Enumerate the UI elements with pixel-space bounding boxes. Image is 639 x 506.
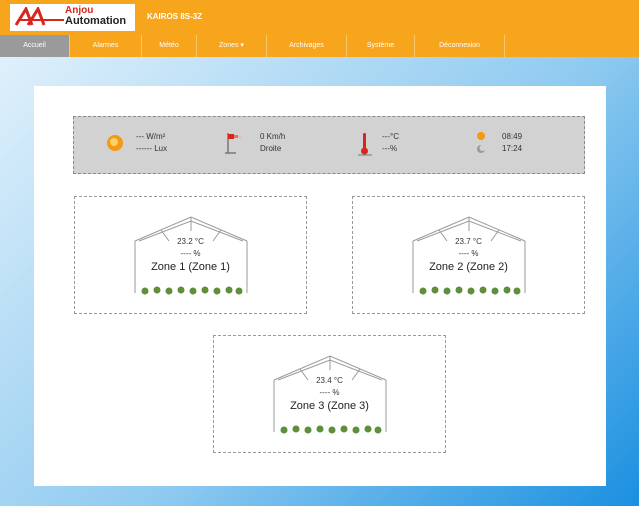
zone-card-1[interactable]: 23.2 °C ---- % Zone 1 (Zone 1) (74, 196, 307, 314)
sunrise-time: 08:49 (502, 132, 523, 141)
logo-line2: Automation (65, 15, 127, 27)
zone-temperature: 23.4 °C (316, 376, 343, 385)
nav-item-alarmes[interactable]: Alarmes (70, 35, 142, 57)
wind-direction-value: Droite (260, 144, 282, 153)
moon-icon (477, 145, 486, 153)
weather-bar: --- W/m² ------ Lux 0 Km/h Droite ---°C … (73, 116, 585, 174)
anjou-automation-logo: Anjou Automation (10, 4, 135, 31)
sunset-time: 17:24 (502, 144, 523, 153)
radiation-value: --- W/m² (136, 132, 166, 141)
zone-temperature: 23.2 °C (177, 237, 204, 246)
zone-temperature: 23.7 °C (455, 237, 482, 246)
app-title: KAIROS 8S-3Z (147, 12, 203, 21)
zone-humidity: ---- % (458, 249, 479, 258)
zone-name: Zone 2 (Zone 2) (429, 261, 508, 273)
outside-temperature-value: ---°C (382, 132, 399, 141)
zone-card-3[interactable]: 23.4 °C ---- % Zone 3 (Zone 3) (213, 335, 446, 453)
nav-item-deconnexion[interactable]: Déconnexion (415, 35, 505, 57)
nav-item-accueil[interactable]: Accueil (0, 35, 70, 57)
nav-item-meteo[interactable]: Météo (142, 35, 197, 57)
nav-item-archivages[interactable]: Archivages (267, 35, 347, 57)
wind-flag-icon (225, 133, 241, 154)
app-header: Anjou Automation KAIROS 8S-3Z (0, 0, 639, 35)
sun-icon (107, 135, 123, 151)
zone-name: Zone 3 (Zone 3) (290, 400, 369, 412)
zone-card-2[interactable]: 23.7 °C ---- % Zone 2 (Zone 2) (352, 196, 585, 314)
wind-speed-value: 0 Km/h (260, 132, 286, 141)
zone-humidity: ---- % (180, 249, 201, 258)
zone-name: Zone 1 (Zone 1) (151, 261, 230, 273)
thermometer-icon (358, 133, 372, 156)
sunrise-icon (477, 132, 485, 140)
nav-filler (505, 35, 639, 57)
outside-humidity-value: ---% (382, 144, 398, 153)
nav-item-zones[interactable]: Zones ▾ (197, 35, 267, 57)
main-nav: Accueil Alarmes Météo Zones ▾ Archivages… (0, 35, 639, 57)
lux-value: ------ Lux (136, 144, 168, 153)
logo-mark-icon (14, 7, 64, 26)
nav-item-systeme[interactable]: Système (347, 35, 415, 57)
zone-humidity: ---- % (319, 388, 340, 397)
